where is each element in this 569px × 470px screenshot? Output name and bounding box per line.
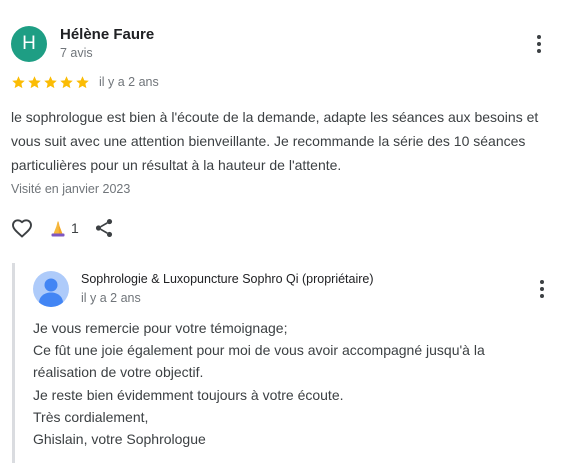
- star-icon: [44, 75, 57, 88]
- star-icon: [76, 75, 89, 88]
- visited-date: Visité en janvier 2023: [11, 182, 131, 196]
- like-button[interactable]: [9, 215, 35, 241]
- review-actions: 1: [9, 215, 117, 241]
- more-vert-icon: [540, 280, 544, 298]
- owner-reply: Sophrologie & Luxopuncture Sophro Qi (pr…: [12, 263, 565, 463]
- review-more-options-button[interactable]: [527, 32, 551, 56]
- heart-outline-icon: [12, 219, 32, 238]
- reply-line: Ce fût une joie également pour moi de vo…: [33, 342, 485, 359]
- share-icon: [95, 219, 112, 237]
- author-name[interactable]: Hélène Faure: [60, 26, 154, 43]
- author-avatar[interactable]: H: [11, 26, 47, 62]
- author-avatar-initial: H: [22, 33, 36, 54]
- more-vert-icon: [537, 35, 541, 53]
- author-review-count: 7 avis: [60, 46, 93, 60]
- rating-row: il y a 2 ans: [11, 73, 159, 91]
- star-rating: [11, 75, 90, 90]
- review-card: H Hélène Faure 7 avis il y a 2 ans le so…: [0, 0, 569, 470]
- reply-line: Je vous remercie pour votre témoignage;: [33, 320, 288, 336]
- reply-line: Ghislain, votre Sophrologue: [33, 431, 206, 448]
- star-icon: [12, 75, 25, 88]
- owner-name: Sophrologie & Luxopuncture Sophro Qi (pr…: [81, 272, 374, 286]
- owner-reply-text: Je vous remercie pour votre témoignage; …: [33, 317, 553, 450]
- default-person-icon: [39, 278, 63, 307]
- reply-line: Très cordialement,: [33, 408, 149, 425]
- reaction-count: 1: [71, 220, 79, 236]
- owner-avatar[interactable]: [33, 271, 69, 307]
- reply-line: Je reste bien évidemment toujours à votr…: [33, 386, 344, 403]
- star-icon: [60, 75, 73, 88]
- praying-hands-emoji-icon: [51, 221, 65, 237]
- reply-more-options-button[interactable]: [530, 277, 554, 301]
- review-date: il y a 2 ans: [99, 75, 159, 89]
- owner-reply-date: il y a 2 ans: [81, 291, 141, 305]
- reply-line: réalisation de votre objectif.: [33, 364, 204, 381]
- reaction-button[interactable]: 1: [49, 219, 79, 237]
- share-button[interactable]: [91, 215, 117, 241]
- star-icon: [28, 75, 41, 88]
- review-text: le sophrologue est bien à l'écoute de la…: [11, 109, 539, 173]
